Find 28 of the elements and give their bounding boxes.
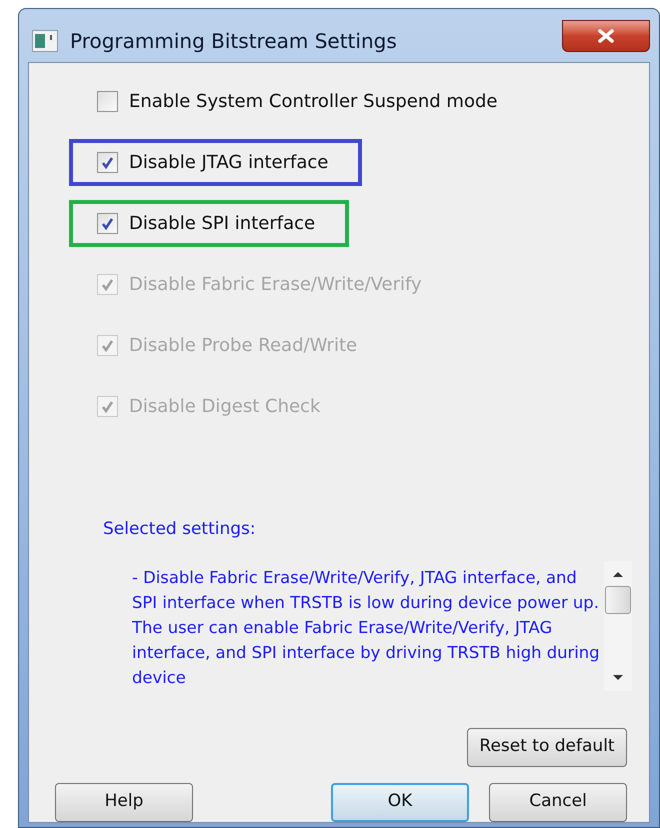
checkbox-label: Disable Fabric Erase/Write/Verify xyxy=(129,273,422,297)
window-icon xyxy=(32,30,58,52)
reset-button[interactable]: Reset to default xyxy=(467,728,627,766)
check-icon xyxy=(101,216,114,230)
check-icon xyxy=(101,338,114,352)
checkbox-label: Disable Probe Read/Write xyxy=(129,334,358,358)
checkbox-label: Enable System Controller Suspend mode xyxy=(129,90,498,114)
dialog-button[interactable]: Help xyxy=(55,782,193,822)
check-icon xyxy=(101,156,114,170)
scroll-up-icon[interactable] xyxy=(612,570,624,578)
dialog-button[interactable]: OK xyxy=(331,782,469,822)
scrollbar[interactable] xyxy=(604,560,632,690)
section-label: Selected settings: xyxy=(103,518,257,541)
settings-description: - Disable Fabric Erase/Write/Verify, JTAG interface, and SPI interface when TRSTB is low during device power up. The user can enable Fabric Erase/Write/Verify, JTAG interface, and SPI interface by driving TRSTB high during device xyxy=(132,566,601,688)
checkbox-label: Disable Digest Check xyxy=(129,395,320,419)
checkbox-label: Disable SPI interface xyxy=(129,212,316,236)
check-icon xyxy=(101,278,114,292)
checkbox[interactable] xyxy=(97,91,118,112)
close-button[interactable] xyxy=(562,20,650,52)
checkbox[interactable] xyxy=(97,213,118,234)
checkbox[interactable] xyxy=(97,152,118,173)
check-icon xyxy=(101,400,114,414)
scroll-down-icon[interactable] xyxy=(612,674,624,680)
scrollbar-thumb[interactable] xyxy=(605,586,631,614)
close-icon xyxy=(597,29,615,43)
window-title: Programming Bitstream Settings xyxy=(70,28,397,55)
checkbox-label: Disable JTAG interface xyxy=(129,151,328,175)
dialog-button[interactable]: Cancel xyxy=(489,782,627,822)
